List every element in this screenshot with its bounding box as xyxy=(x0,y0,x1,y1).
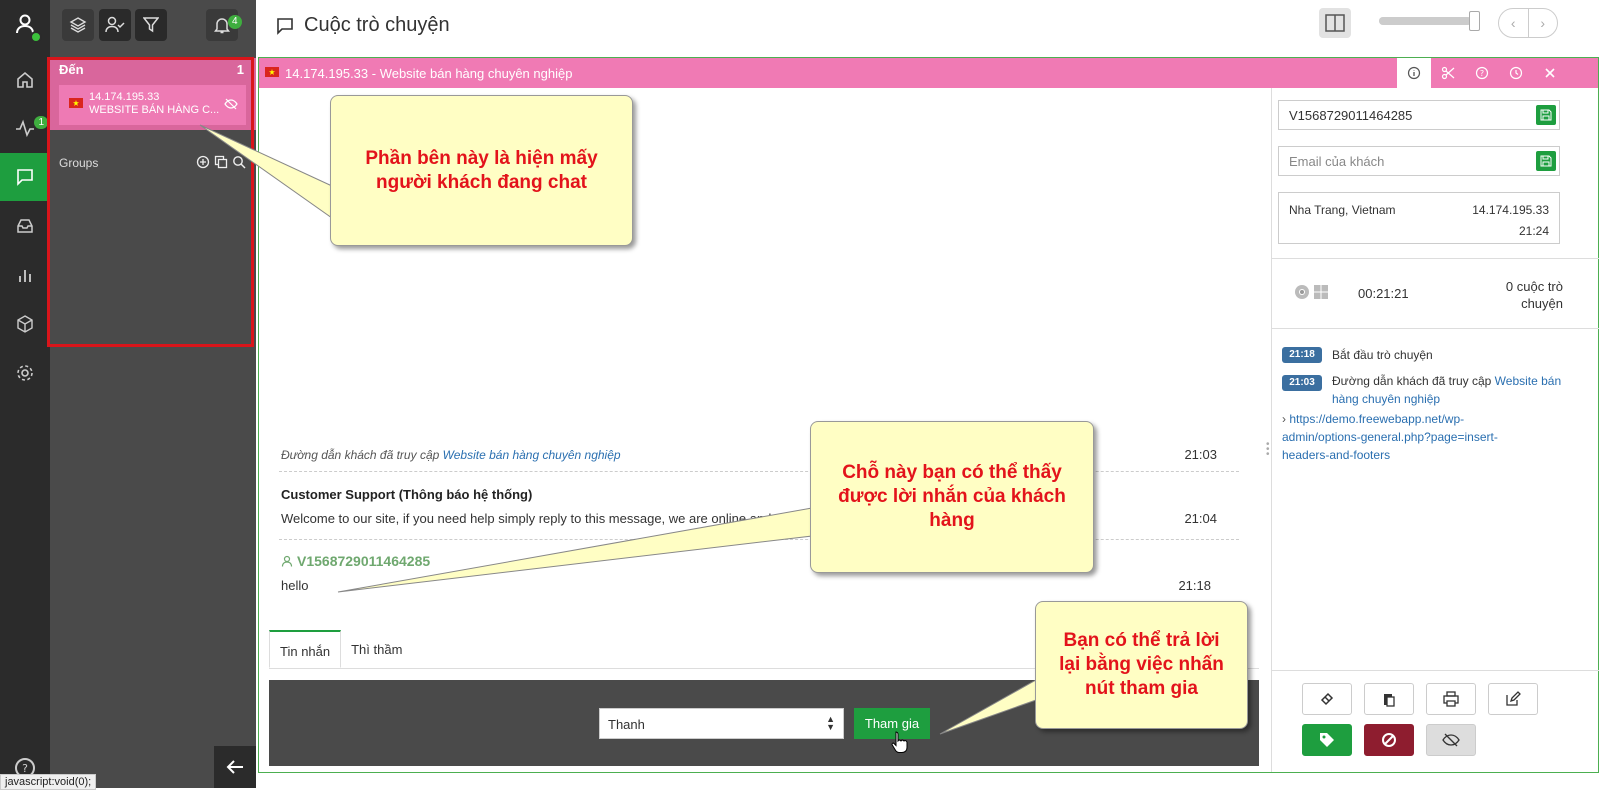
callout-chat-list: Phần bên này là hiện mấy người khách đan… xyxy=(330,95,633,246)
callout-text: Chỗ này bạn có thể thấy xyxy=(842,462,1062,483)
callout-messages: Chỗ này bạn có thể thấy được lời nhắn củ… xyxy=(810,421,1094,573)
callout-join-button: Bạn có thể trả lời lại bằng việc nhấn nú… xyxy=(1035,601,1248,729)
callout-text: nút tham gia xyxy=(1085,678,1198,699)
callout-text: người khách đang chat xyxy=(376,171,587,193)
callout-text: lại bằng việc nhấn xyxy=(1059,654,1224,675)
callout-text: Phần bên này là hiện mấy xyxy=(365,147,598,169)
callout-text: hàng xyxy=(929,510,975,531)
callout-text: được lời nhắn của khách xyxy=(838,486,1066,507)
callout-text: Bạn có thể trả lời xyxy=(1063,630,1220,651)
hand-cursor-icon xyxy=(891,731,908,753)
callout-pointers xyxy=(199,124,1037,735)
